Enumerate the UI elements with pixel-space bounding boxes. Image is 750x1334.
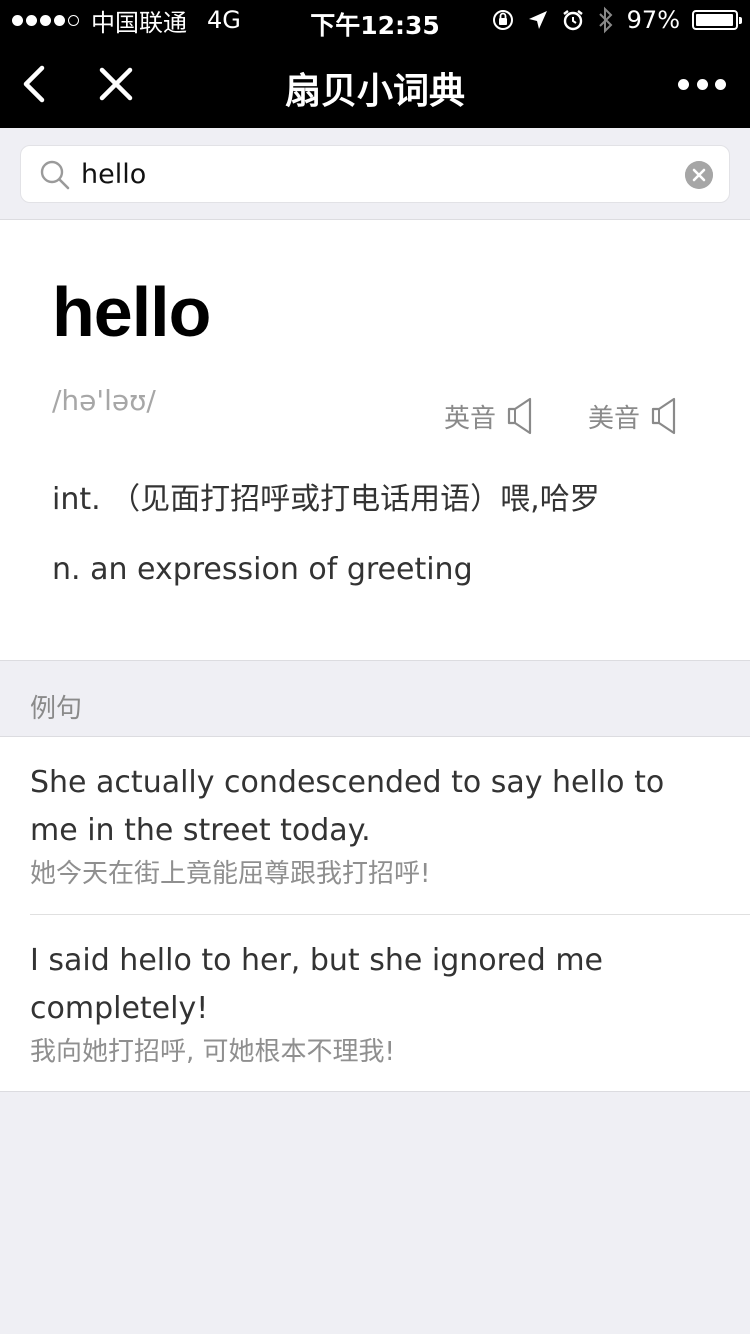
- pron-us-button[interactable]: 美音: [588, 396, 678, 436]
- bluetooth-icon: [598, 6, 613, 34]
- search-area: [0, 128, 750, 220]
- orientation-lock-icon: [492, 10, 513, 30]
- pron-us-label: 美音: [588, 403, 641, 434]
- example-english: I said hello to her, but she ignored me …: [30, 943, 604, 1026]
- search-box[interactable]: [20, 145, 730, 203]
- status-bar: 中国联通 4G 下午12:35 97%: [0, 0, 750, 40]
- example-english: She actually condescended to say hello t…: [30, 765, 665, 848]
- search-icon: [40, 160, 70, 190]
- definition-line: int. （见面打招呼或打电话用语）喂,哈罗: [52, 482, 600, 517]
- examples-section-title: 例句: [30, 694, 83, 724]
- example-chinese: 她今天在街上竟能屈尊跟我打招呼!: [30, 859, 431, 889]
- phonetic: /hə'ləʊ/: [52, 384, 156, 417]
- search-input[interactable]: [81, 154, 681, 194]
- status-right: 97%: [491, 6, 742, 34]
- list-item: She actually condescended to say hello t…: [30, 759, 750, 915]
- definition-card: hello /hə'ləʊ/ 英音 美音 int. （见面打招呼或打电话用语）喂…: [0, 220, 750, 661]
- battery-fill: [696, 14, 733, 26]
- battery-icon: [692, 10, 742, 30]
- pron-uk-button[interactable]: 英音: [444, 396, 534, 436]
- alarm-icon: [562, 10, 583, 31]
- more-icon[interactable]: [678, 64, 726, 104]
- speaker-icon: [507, 397, 532, 435]
- battery-percent: 97%: [626, 6, 680, 34]
- clear-icon[interactable]: [685, 161, 713, 189]
- speaker-icon: [651, 397, 676, 435]
- nav-bar: 扇贝小词典: [0, 40, 750, 128]
- definition-line: n. an expression of greeting: [52, 552, 473, 587]
- example-chinese: 我向她打招呼, 可她根本不理我!: [30, 1037, 395, 1067]
- pron-uk-label: 英音: [444, 403, 497, 434]
- examples-list: She actually condescended to say hello t…: [0, 736, 750, 1092]
- location-icon: [528, 11, 547, 29]
- page-title: 扇贝小词典: [284, 71, 465, 112]
- list-item: I said hello to her, but she ignored me …: [30, 937, 750, 1071]
- headword: hello: [52, 273, 211, 351]
